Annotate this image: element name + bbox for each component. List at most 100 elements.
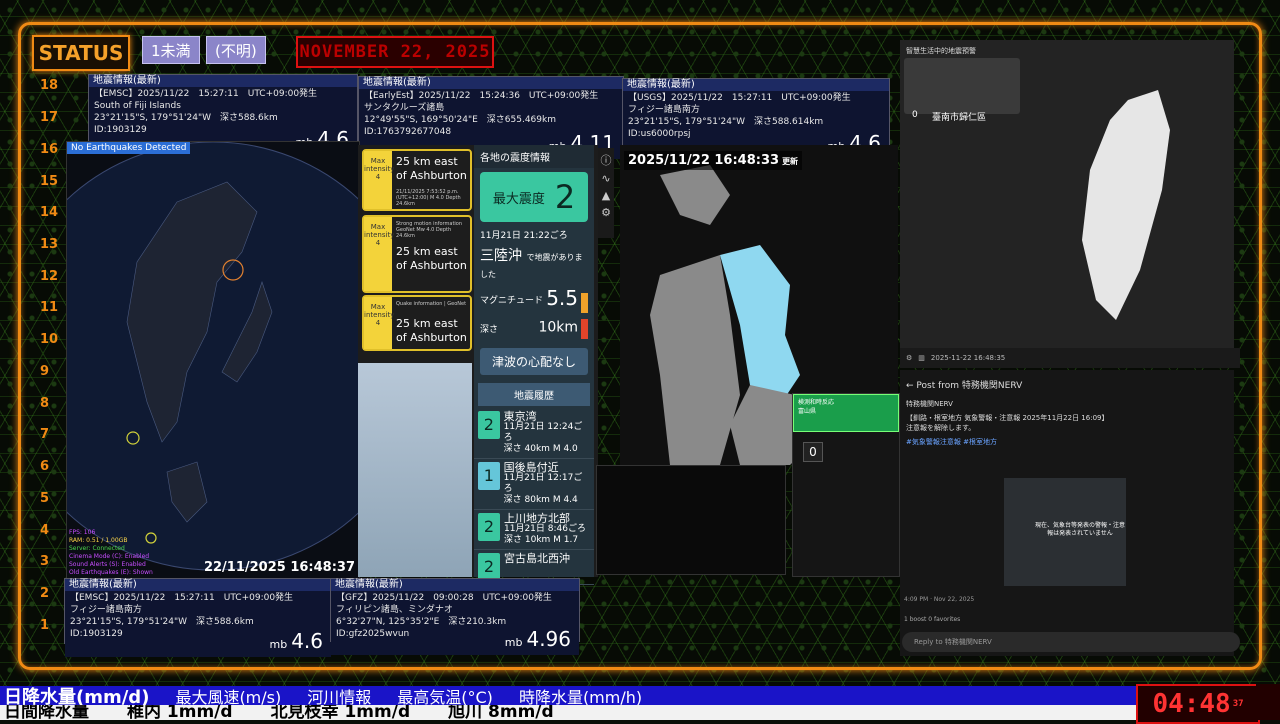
scale-tick: 13 [40, 237, 59, 252]
history-time: 11月21日 12:24ごろ [503, 421, 583, 443]
alert-sub: Quake information | GeoNet [396, 301, 467, 307]
gear-icon[interactable]: ⚙ [598, 206, 614, 219]
globe-view[interactable]: No Earthquakes Detected FPS: 106 RAM: 0.… [66, 141, 360, 580]
history-item[interactable]: 1 国後島付近 11月21日 12:17ごろ 深さ 80km M 4.4 [474, 459, 594, 510]
tsunami-status: 津波の心配なし [480, 347, 588, 375]
info-source: 【USGS】2025/11/22 15:27:11 UTC+09:00発生 [628, 93, 851, 103]
warning-icon[interactable]: ▲ [598, 189, 614, 202]
eq-info-usgs: 地震情報(最新) 【USGS】2025/11/22 15:27:11 UTC+0… [622, 78, 890, 159]
alert-sub: Strong motion information GeoNet Mw 4.0 … [396, 221, 463, 239]
quake-mag: 5.5 [546, 286, 578, 310]
ticker-item: 日降水量(mm/d) [4, 686, 150, 706]
detection-panel: 検測和時反応 富山県 0 [792, 393, 900, 577]
magnitude: 4.96 [526, 627, 571, 651]
ticker-item: 河川情報 [307, 687, 372, 706]
globe-clock: 22/11/2025 16:48:37 [203, 560, 355, 575]
post-image[interactable]: 現在、気象台等発表の警報・注意報は発表されていません [1004, 478, 1126, 586]
alert-card[interactable]: Max intensity 4 25 km east of Ashburton … [362, 215, 472, 293]
japan-timestamp-suffix: 更新 [782, 157, 799, 166]
post-tags[interactable]: #気象警報注意報 #根室地方 [900, 437, 1234, 447]
alert-intensity: Max intensity 4 [364, 217, 394, 291]
mag-unit: mb [504, 636, 523, 649]
info-source: 【GFZ】2025/11/22 09:00:28 UTC+09:00発生 [336, 593, 552, 603]
info-header: 地震情報(最新) [359, 77, 623, 89]
chart-icon[interactable]: ▥ [918, 354, 925, 362]
taiwan-warning-panel: 智慧生活中的地震預警 0 臺南市歸仁區 [900, 40, 1234, 368]
history-intensity: 2 [478, 410, 500, 439]
taiwan-location: 臺南市歸仁區 [932, 113, 987, 123]
scale-tick: 5 [40, 491, 50, 506]
history-mag: M 1.7 [553, 534, 579, 545]
wave-icon[interactable]: ∿ [598, 172, 614, 185]
reply-input[interactable]: Reply to 特務機関NERV [902, 632, 1240, 652]
info-coords: 23°21'15"S, 179°51'24"W 深さ588.6km [94, 113, 278, 123]
time-label: 2025-11-22 16:48:35 [930, 354, 1006, 362]
scale-tick: 2 [40, 586, 50, 601]
max-intensity-value: 2 [554, 178, 576, 216]
old-eq-label: Old Earthquakes (E): Shown [69, 569, 153, 576]
scale-tick: 9 [40, 364, 50, 379]
side-toolbar: ⓘ ∿ ▲ ⚙ [598, 148, 614, 238]
alert-card[interactable]: Max intensity 4 25 km east of Ashburton … [362, 149, 472, 211]
clock-seconds: 37 [1232, 699, 1244, 709]
info-place: フィリピン諸島、ミンダナオ [336, 605, 453, 615]
scale-tick: 3 [40, 554, 50, 569]
eq-info-emsc: 地震情報(最新) 【EMSC】2025/11/22 15:27:11 UTC+0… [88, 74, 358, 155]
info-header: 地震情報(最新) [89, 75, 357, 87]
post-back-link[interactable]: ← Post from 特務機関NERV [900, 370, 1234, 399]
ticker-item: 最大風速(m/s) [175, 687, 282, 706]
info-place: South of Fiji Islands [94, 101, 181, 111]
scale-tick: 18 [40, 78, 59, 93]
history-mag: M 4.4 [552, 494, 578, 505]
info-icon[interactable]: ⓘ [598, 152, 614, 168]
history-depth: 深さ 10km [504, 534, 551, 545]
post-text: 【釧路・根室地方 気象警報・注意報 2025年11月22日 16:09】 注意報を… [900, 409, 1234, 437]
ram-label: RAM: 0.51 / 1.00GB [69, 537, 128, 544]
history-intensity: 2 [478, 512, 500, 541]
cystera-map[interactable] [358, 363, 472, 577]
max-intensity-label: 最大震度 [492, 191, 545, 207]
info-source: 【EMSC】2025/11/22 15:27:11 UTC+09:00発生 [94, 89, 318, 99]
scale-tick: 10 [40, 332, 59, 347]
info-coords: 23°21'15"S, 179°51'24"W 深さ588.614km [628, 117, 824, 127]
alert-title: 25 km east of Ashburton [396, 317, 467, 344]
history-place: 東京湾 [503, 409, 537, 423]
sound-label: Sound Alerts (S): Enabled [69, 561, 146, 568]
max-intensity-box: 最大震度 2 [480, 172, 588, 222]
alert-intensity: Max intensity 4 [364, 297, 394, 349]
alert-card[interactable]: Max intensity 4 25 km east of Ashburton … [362, 295, 472, 351]
globe-stats: FPS: 106 RAM: 0.51 / 1.00GB Server: Conn… [69, 529, 153, 577]
quake-header: 各地の震度情報 [474, 145, 594, 168]
scale-tick: 1 [40, 618, 50, 633]
ticker-item: 時降水量(mm/h) [518, 687, 643, 706]
history-mag: M 4.0 [552, 443, 578, 454]
history-item[interactable]: 2 東京湾 11月21日 12:24ごろ 深さ 40km M 4.0 [474, 408, 594, 459]
scale-tick: 14 [40, 205, 59, 220]
history-item[interactable]: 2 上川地方北部 11月21日 8:46ごろ 深さ 10km M 1.7 [474, 510, 594, 550]
quake-place: 三陸沖 [480, 248, 522, 264]
info-source: 【EarlyEst】2025/11/22 15:24:36 UTC+09:00発… [364, 91, 599, 101]
magnitude: 4.6 [291, 629, 323, 653]
ticker-item: 旭川 8mm/d [448, 705, 554, 720]
info-header: 地震情報(最新) [331, 579, 579, 591]
history-place: 宮古島北西沖 [504, 551, 570, 565]
post-author[interactable]: 特務機関NERV [900, 399, 1234, 409]
info-place: フィジー諸島南方 [628, 105, 700, 115]
info-header: 地震情報(最新) [623, 79, 889, 91]
status-button[interactable]: STATUS [32, 35, 130, 71]
scale-tick: 11 [40, 300, 59, 315]
post-text-1: 【釧路・根室地方 気象警報・注意報 2025年11月22日 16:09】 [906, 414, 1109, 422]
nied-map[interactable] [596, 465, 786, 575]
scale-tick: 15 [40, 174, 59, 189]
ticker-top: 日降水量(mm/d) 最大風速(m/s) 河川情報 最高気温(°C) 時降水量(… [0, 686, 1144, 705]
info-coords: 12°49'55"S, 169°50'24"E 深さ655.469km [364, 115, 556, 125]
alert-intensity: Max intensity 4 [364, 151, 394, 209]
social-post: ← Post from 特務機関NERV 特務機関NERV 【釧路・根室地方 気… [900, 370, 1240, 656]
info-coords: 23°21'15"S, 179°51'24"W 深さ588.6km [70, 617, 254, 627]
post-meta: 4:09 PM · Nov 22, 2025 [904, 596, 975, 603]
taiwan-map [1082, 90, 1170, 320]
clock-time: 04:48 [1152, 689, 1231, 719]
post-back-label: Post from 特務機関NERV [916, 381, 1023, 391]
post-image-caption: 現在、気象台等発表の警報・注意報は発表されていません [1034, 522, 1125, 537]
gear-icon[interactable]: ⚙ [906, 354, 912, 362]
